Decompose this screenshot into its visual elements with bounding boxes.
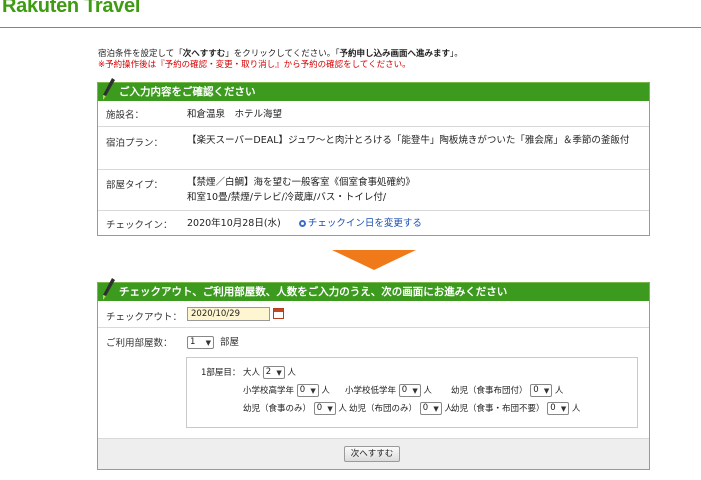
form-panel-title: チェックアウト、ご利用部屋数、人数をご入力のうえ、次の画面にお進みください bbox=[119, 286, 508, 298]
plan-row: 宿泊プラン： 【楽天スーパーDEAL】ジュワ～と肉汁とろける「能登牛」陶板焼きが… bbox=[98, 127, 649, 170]
infant-bed-group: 幼児（布団のみ） 0 ▼ 人 bbox=[349, 402, 453, 416]
infant-bed-label: 幼児（布団のみ） bbox=[349, 404, 418, 414]
infant-meal-bed-label: 幼児（食事布団付） bbox=[451, 386, 528, 396]
booking-form-panel: チェックアウト、ご利用部屋数、人数をご入力のうえ、次の画面にお進みください チェ… bbox=[97, 278, 650, 470]
person-unit: 人 bbox=[321, 386, 330, 396]
chevron-down-icon: ▼ bbox=[543, 387, 550, 395]
next-button[interactable]: 次へすすむ bbox=[344, 446, 400, 462]
site-header: Rakuten Travel bbox=[0, 0, 701, 28]
room-type-row: 部屋タイプ： 【禁煙／白鯛】海を望む一般客室《個室食事処確約》 和室10畳/禁煙… bbox=[98, 170, 649, 211]
instruction-emphasis: 次へすすむ bbox=[182, 49, 226, 59]
pen-icon bbox=[103, 78, 115, 100]
infant-meal-bed-select-value: 0 bbox=[533, 385, 539, 395]
instruction-line: 宿泊条件を設定して「次へすすむ」をクリックしてください。「予約申し込み画面へ進み… bbox=[98, 49, 658, 60]
infant-meal-bed-group: 幼児（食事布団付） 0 ▼ 人 bbox=[451, 384, 563, 398]
checkout-date-input[interactable]: 2020/10/29 bbox=[187, 307, 270, 321]
person-unit: 人 bbox=[423, 386, 432, 396]
reservation-notice: ※予約操作後は『予約の確認・変更・取り消し』から予約の確認をしてください。 bbox=[98, 60, 411, 70]
lower-elem-group: 小学校低学年 0 ▼ 人 bbox=[345, 384, 432, 398]
adult-label: 大人 bbox=[243, 368, 261, 378]
chevron-down-icon: ▼ bbox=[276, 369, 282, 377]
rooms-label: ご利用部屋数： bbox=[106, 338, 173, 349]
upper-elem-select-value: 0 bbox=[299, 385, 306, 395]
instruction-text: 宿泊条件を設定して「 bbox=[98, 49, 183, 59]
facility-row: 施設名： 和倉温泉 ホテル海望 bbox=[98, 101, 649, 127]
room-type-line: 【禁煙／白鯛】海を望む一般客室《個室食事処確約》 bbox=[187, 177, 416, 188]
infant-meal-group: 幼児（食事のみ） 0 ▼ 人 bbox=[243, 402, 347, 416]
instruction-text: 」をクリックしてください。「 bbox=[225, 49, 340, 59]
person-unit: 人 bbox=[287, 368, 296, 378]
chevron-down-icon: ▼ bbox=[560, 405, 567, 413]
rooms-row: ご利用部屋数： 1 ▼ 部屋 1部屋目： 大人 2 ▼ 人 小学校高学年 0 ▼ 人 … bbox=[98, 328, 649, 440]
down-arrow-icon bbox=[332, 250, 416, 270]
instruction-text: 」。 bbox=[450, 49, 463, 59]
chevron-down-icon: ▼ bbox=[412, 387, 418, 395]
rooms-select-value: 1 bbox=[190, 337, 196, 347]
adult-group: 大人 2 ▼ 人 bbox=[243, 366, 296, 380]
infant-bed-select[interactable]: 0 ▼ bbox=[419, 402, 442, 415]
calendar-icon[interactable] bbox=[273, 308, 284, 319]
room-type-line: 和室10畳/禁煙/テレビ/冷蔵庫/バス・トイレ付/ bbox=[187, 192, 387, 203]
infant-none-select-value: 0 bbox=[550, 403, 556, 413]
room-index-label: 1部屋目： bbox=[201, 368, 241, 378]
lower-elem-select-value: 0 bbox=[401, 385, 408, 395]
rooms-select[interactable]: 1 ▼ bbox=[187, 336, 214, 349]
instruction-emphasis: 予約申し込み画面へ進みます bbox=[339, 49, 451, 59]
change-checkin-link[interactable]: チェックイン日を変更する bbox=[298, 218, 422, 229]
checkin-value-wrap: 2020年10月28日(水) チェックイン日を変更する bbox=[187, 216, 642, 231]
infant-meal-label: 幼児（食事のみ） bbox=[243, 404, 312, 414]
lower-elem-label: 小学校低学年 bbox=[345, 386, 397, 396]
room-1-guest-box: 1部屋目： 大人 2 ▼ 人 小学校高学年 0 ▼ 人 小学校低学年 0 ▼ 人 幼児… bbox=[186, 357, 638, 428]
rakuten-travel-logo[interactable]: Rakuten Travel bbox=[2, 0, 140, 18]
instructions: 宿泊条件を設定して「次へすすむ」をクリックしてください。「予約申し込み画面へ進み… bbox=[98, 49, 658, 71]
person-unit: 人 bbox=[571, 404, 581, 414]
confirm-panel-title: ご入力内容をご確認ください bbox=[119, 86, 256, 98]
upper-elem-select[interactable]: 0 ▼ bbox=[296, 384, 319, 397]
circle-bullet-icon bbox=[298, 220, 306, 227]
upper-elem-group: 小学校高学年 0 ▼ 人 bbox=[243, 384, 330, 398]
infant-meal-select[interactable]: 0 ▼ bbox=[313, 402, 336, 415]
chevron-down-icon: ▼ bbox=[310, 387, 316, 395]
change-checkin-link-text[interactable]: チェックイン日を変更する bbox=[308, 218, 422, 229]
infant-meal-select-value: 0 bbox=[316, 403, 323, 413]
plan-value: 【楽天スーパーDEAL】ジュワ～と肉汁とろける「能登牛」陶板焼きがついた「雅会席… bbox=[187, 135, 630, 146]
infant-meal-bed-select[interactable]: 0 ▼ bbox=[530, 384, 553, 397]
person-unit: 人 bbox=[554, 386, 564, 396]
infant-none-group: 幼児（食事・布団不要） 0 ▼ 人 bbox=[451, 402, 580, 416]
chevron-down-icon: ▼ bbox=[433, 405, 439, 413]
facility-label: 施設名： bbox=[106, 110, 145, 121]
room-type-label: 部屋タイプ： bbox=[106, 180, 164, 191]
confirm-panel: ご入力内容をご確認ください 施設名： 和倉温泉 ホテル海望 宿泊プラン： 【楽天… bbox=[97, 78, 650, 237]
upper-elem-label: 小学校高学年 bbox=[243, 386, 295, 396]
confirm-panel-header: ご入力内容をご確認ください bbox=[98, 78, 649, 101]
rooms-unit: 部屋 bbox=[220, 337, 240, 348]
infant-none-label: 幼児（食事・布団不要） bbox=[451, 404, 545, 414]
pen-icon bbox=[103, 278, 115, 300]
chevron-down-icon: ▼ bbox=[205, 339, 211, 347]
person-unit: 人 bbox=[338, 404, 347, 414]
checkin-date: 2020年10月28日(水) bbox=[187, 218, 281, 229]
lower-elem-select[interactable]: 0 ▼ bbox=[398, 384, 421, 397]
checkin-label: チェックイン： bbox=[106, 220, 173, 231]
room-type-value: 【禁煙／白鯛】海を望む一般客室《個室食事処確約》 和室10畳/禁煙/テレビ/冷蔵… bbox=[187, 175, 642, 205]
infant-bed-select-value: 0 bbox=[422, 403, 429, 413]
checkout-row: チェックアウト： 2020/10/29 bbox=[98, 301, 649, 328]
checkin-row: チェックイン： 2020年10月28日(水) チェックイン日を変更する bbox=[98, 211, 649, 237]
infant-none-select[interactable]: 0 ▼ bbox=[547, 402, 570, 415]
rooms-select-wrap: 1 ▼ 部屋 bbox=[187, 334, 239, 349]
facility-value: 和倉温泉 ホテル海望 bbox=[187, 109, 283, 120]
form-footer: 次へすすむ bbox=[98, 438, 649, 469]
adult-select[interactable]: 2 ▼ bbox=[262, 366, 285, 379]
chevron-down-icon: ▼ bbox=[327, 405, 333, 413]
checkout-label: チェックアウト： bbox=[106, 312, 183, 323]
plan-label: 宿泊プラン： bbox=[106, 138, 164, 149]
form-panel-header: チェックアウト、ご利用部屋数、人数をご入力のうえ、次の画面にお進みください bbox=[98, 278, 649, 301]
adult-select-value: 2 bbox=[265, 367, 272, 377]
